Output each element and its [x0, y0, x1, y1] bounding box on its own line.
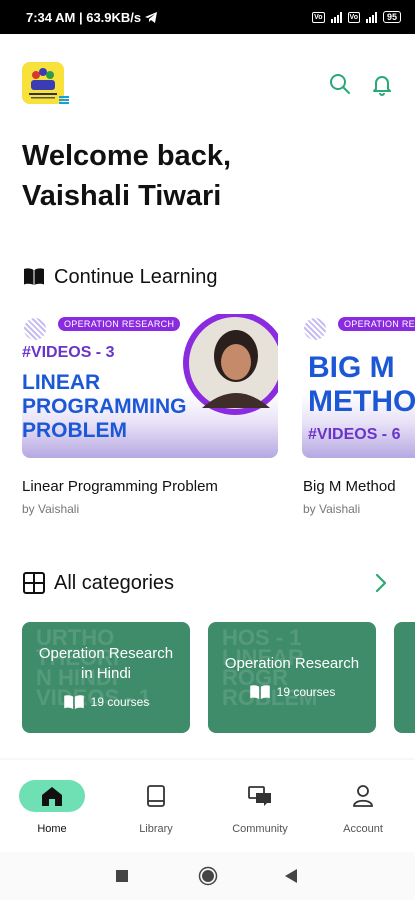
video-count-label: #VIDEOS - 3: [22, 344, 115, 361]
nav-account-pill: [330, 780, 396, 812]
continue-learning-heading: Continue Learning: [22, 265, 217, 289]
course-author-2: by Vaishali: [303, 502, 361, 516]
category-name-line1: Operation Research: [38, 645, 174, 662]
thumb-title-line3: PROBLEM: [22, 419, 127, 442]
home-button-icon[interactable]: [198, 866, 218, 886]
category-card-3[interactable]: [394, 622, 415, 733]
category-count-text: 19 courses: [276, 685, 336, 699]
status-bar: 7:34 AM | 63.9KB/s Vo Vo 95: [0, 0, 415, 34]
signal-icon-2: [365, 11, 377, 23]
thumb-title-line1: BIG M: [308, 351, 395, 384]
stripes-decoration: [24, 318, 46, 340]
thumb-title-line2: METHOD: [308, 385, 415, 418]
nav-home[interactable]: Home: [7, 780, 97, 835]
thumb-title-line2: PROGRAMMING: [22, 395, 187, 418]
category-card-1[interactable]: URTHO THEORI N HINDI VIDEOS - 1 Operatio…: [22, 622, 190, 733]
logo-art-icon: [22, 62, 64, 104]
nav-account[interactable]: Account: [318, 780, 408, 835]
app-logo[interactable]: [22, 62, 64, 104]
video-count-label: #VIDEOS - 6: [308, 426, 401, 443]
course-title-2[interactable]: Big M Method: [303, 478, 396, 495]
status-time-speed: 7:34 AM | 63.9KB/s: [26, 9, 142, 25]
category-name-line2: in Hindi: [80, 665, 132, 682]
back-icon[interactable]: [285, 869, 298, 883]
telegram-icon: [145, 11, 158, 23]
nav-home-label: Home: [37, 823, 67, 835]
all-categories-title: All categories: [54, 571, 175, 594]
nav-library-label: Library: [139, 823, 173, 835]
system-navigation-bar: [0, 852, 415, 900]
nav-account-label: Account: [343, 823, 383, 835]
book-icon: [147, 785, 165, 807]
status-right: Vo Vo 95: [312, 11, 401, 23]
nav-community-pill: [227, 780, 293, 812]
chat-icon: [248, 786, 271, 806]
status-left: 7:34 AM | 63.9KB/s: [26, 10, 312, 25]
open-book-icon: [24, 268, 44, 285]
stripes-decoration: [304, 318, 326, 340]
search-icon[interactable]: [328, 72, 352, 96]
user-name: Vaishali Tiwari: [22, 180, 222, 212]
course-thumbnail-2[interactable]: OPERATION RESEARCH BIG M METHOD #VIDEOS …: [302, 314, 415, 458]
category-count-text: 19 courses: [90, 695, 150, 709]
home-icon: [42, 787, 62, 806]
book-count-icon: [249, 685, 270, 700]
bell-icon[interactable]: [370, 72, 394, 96]
nav-library-pill: [123, 780, 189, 812]
menu-icon[interactable]: [59, 96, 69, 104]
nav-home-pill: [19, 780, 85, 812]
category-name-line1: Operation Research: [224, 655, 360, 672]
volte-icon: Vo: [312, 11, 325, 23]
instructor-avatar: [183, 314, 278, 415]
volte-icon-2: Vo: [347, 11, 360, 23]
category-count: 19 courses: [22, 694, 190, 710]
welcome-text: Welcome back,: [22, 140, 232, 172]
category-card-2[interactable]: HOS - 1 LINEAR ROGR ROBLEM Operation Res…: [208, 622, 376, 733]
battery-icon: 95: [382, 11, 401, 23]
thumb-title-line1: LINEAR: [22, 371, 101, 394]
book-count-icon: [63, 695, 84, 710]
bottom-navigation: Home Library Community Account: [0, 760, 415, 852]
recents-icon[interactable]: [116, 870, 128, 882]
welcome-heading: Welcome back, Vaishali Tiwari: [22, 136, 231, 216]
continue-learning-title: Continue Learning: [54, 265, 218, 288]
signal-icon: [330, 11, 342, 23]
nav-community[interactable]: Community: [215, 780, 305, 835]
nav-library[interactable]: Library: [111, 780, 201, 835]
course-title-1[interactable]: Linear Programming Problem: [22, 478, 218, 495]
nav-community-label: Community: [232, 823, 288, 835]
course-tag: OPERATION RESEARCH: [338, 317, 415, 331]
chevron-right-icon[interactable]: [372, 572, 390, 594]
category-count: 19 courses: [208, 684, 376, 700]
course-author-1: by Vaishali: [22, 502, 80, 516]
course-thumbnail-1[interactable]: OPERATION RESEARCH #VIDEOS - 3 LINEAR PR…: [22, 314, 278, 458]
grid-icon: [23, 572, 45, 594]
person-icon: [353, 785, 373, 807]
all-categories-heading: All categories: [22, 571, 174, 595]
course-tag: OPERATION RESEARCH: [58, 317, 181, 331]
